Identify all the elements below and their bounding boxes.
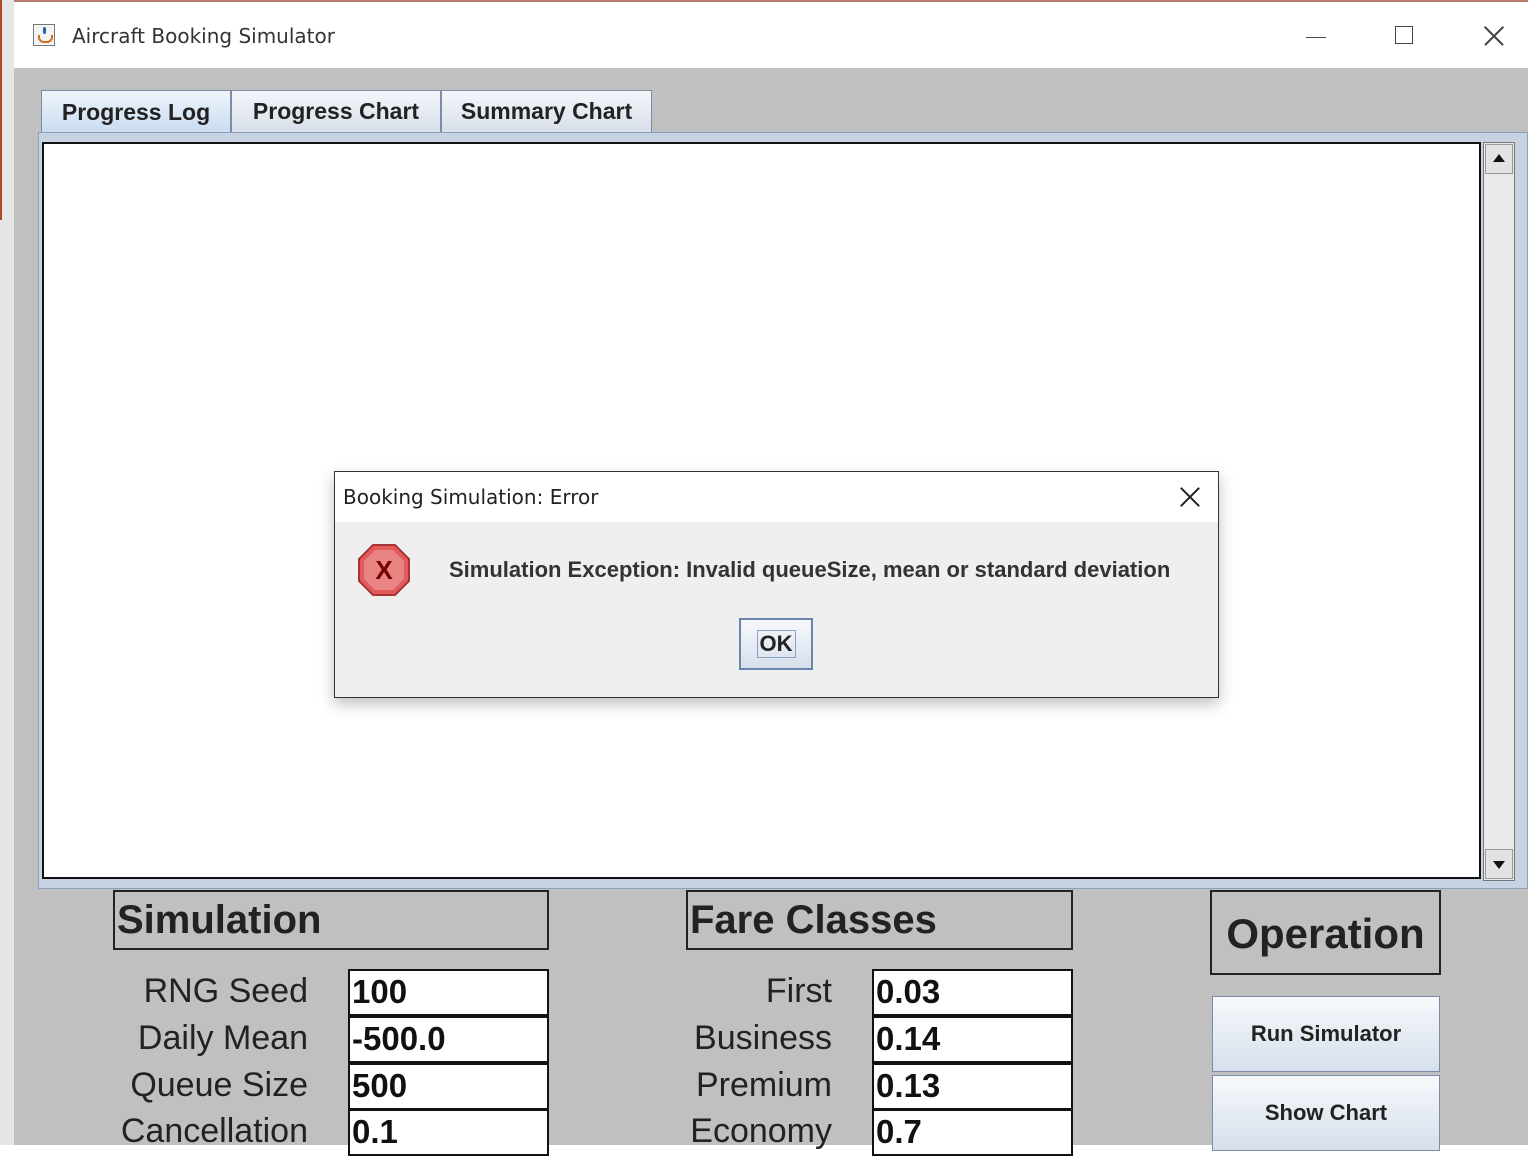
log-scrollbar[interactable] [1483,142,1515,881]
dialog-title-bar: Booking Simulation: Error [335,472,1218,522]
dialog-message: Simulation Exception: Invalid queueSize,… [449,557,1171,582]
error-icon: X [358,544,410,596]
error-icon-glyph: X [375,555,393,585]
run-simulator-button[interactable]: Run Simulator [1212,996,1440,1072]
economy-field[interactable]: 0.7 [872,1109,1073,1156]
dialog-title: Booking Simulation: Error [343,485,599,509]
dialog-close-icon[interactable] [1175,482,1205,512]
simulation-heading: Simulation [113,890,549,950]
fare-classes-heading: Fare Classes [686,890,1073,950]
close-icon[interactable] [1471,16,1517,56]
daily-mean-label: Daily Mean [137,1019,308,1057]
premium-field[interactable]: 0.13 [872,1063,1073,1110]
premium-label: Premium [695,1066,832,1104]
cancellation-label: Cancellation [120,1112,308,1150]
show-chart-button[interactable]: Show Chart [1212,1075,1440,1151]
error-dialog: Booking Simulation: Error X Simulation E… [334,471,1219,698]
cancellation-field[interactable]: 0.1 [348,1109,549,1156]
first-label: First [765,972,832,1010]
economy-label: Economy [690,1112,832,1150]
tab-summary-chart[interactable]: Summary Chart [441,90,652,132]
java-app-icon [33,24,55,46]
window-title: Aircraft Booking Simulator [72,24,335,48]
ok-label: OK [756,630,796,658]
desktop-edge [0,0,14,1145]
scroll-up-icon[interactable] [1485,144,1513,174]
tab-progress-log[interactable]: Progress Log [41,90,231,134]
title-bar: Aircraft Booking Simulator [14,2,1528,68]
rng-seed-field[interactable]: 100 [348,969,549,1016]
first-field[interactable]: 0.03 [872,969,1073,1016]
daily-mean-field[interactable]: -500.0 [348,1016,549,1063]
operation-heading: Operation [1210,890,1441,975]
queue-size-label: Queue Size [130,1066,308,1104]
desktop-accent [0,0,2,220]
scroll-down-icon[interactable] [1485,849,1513,879]
rng-seed-label: RNG Seed [143,972,308,1010]
business-label: Business [694,1019,832,1057]
ok-button[interactable]: OK [739,618,813,670]
queue-size-field[interactable]: 500 [348,1063,549,1110]
business-field[interactable]: 0.14 [872,1016,1073,1063]
tab-progress-chart[interactable]: Progress Chart [231,90,441,132]
maximize-icon[interactable] [1384,16,1430,56]
minimize-icon[interactable] [1294,16,1340,56]
